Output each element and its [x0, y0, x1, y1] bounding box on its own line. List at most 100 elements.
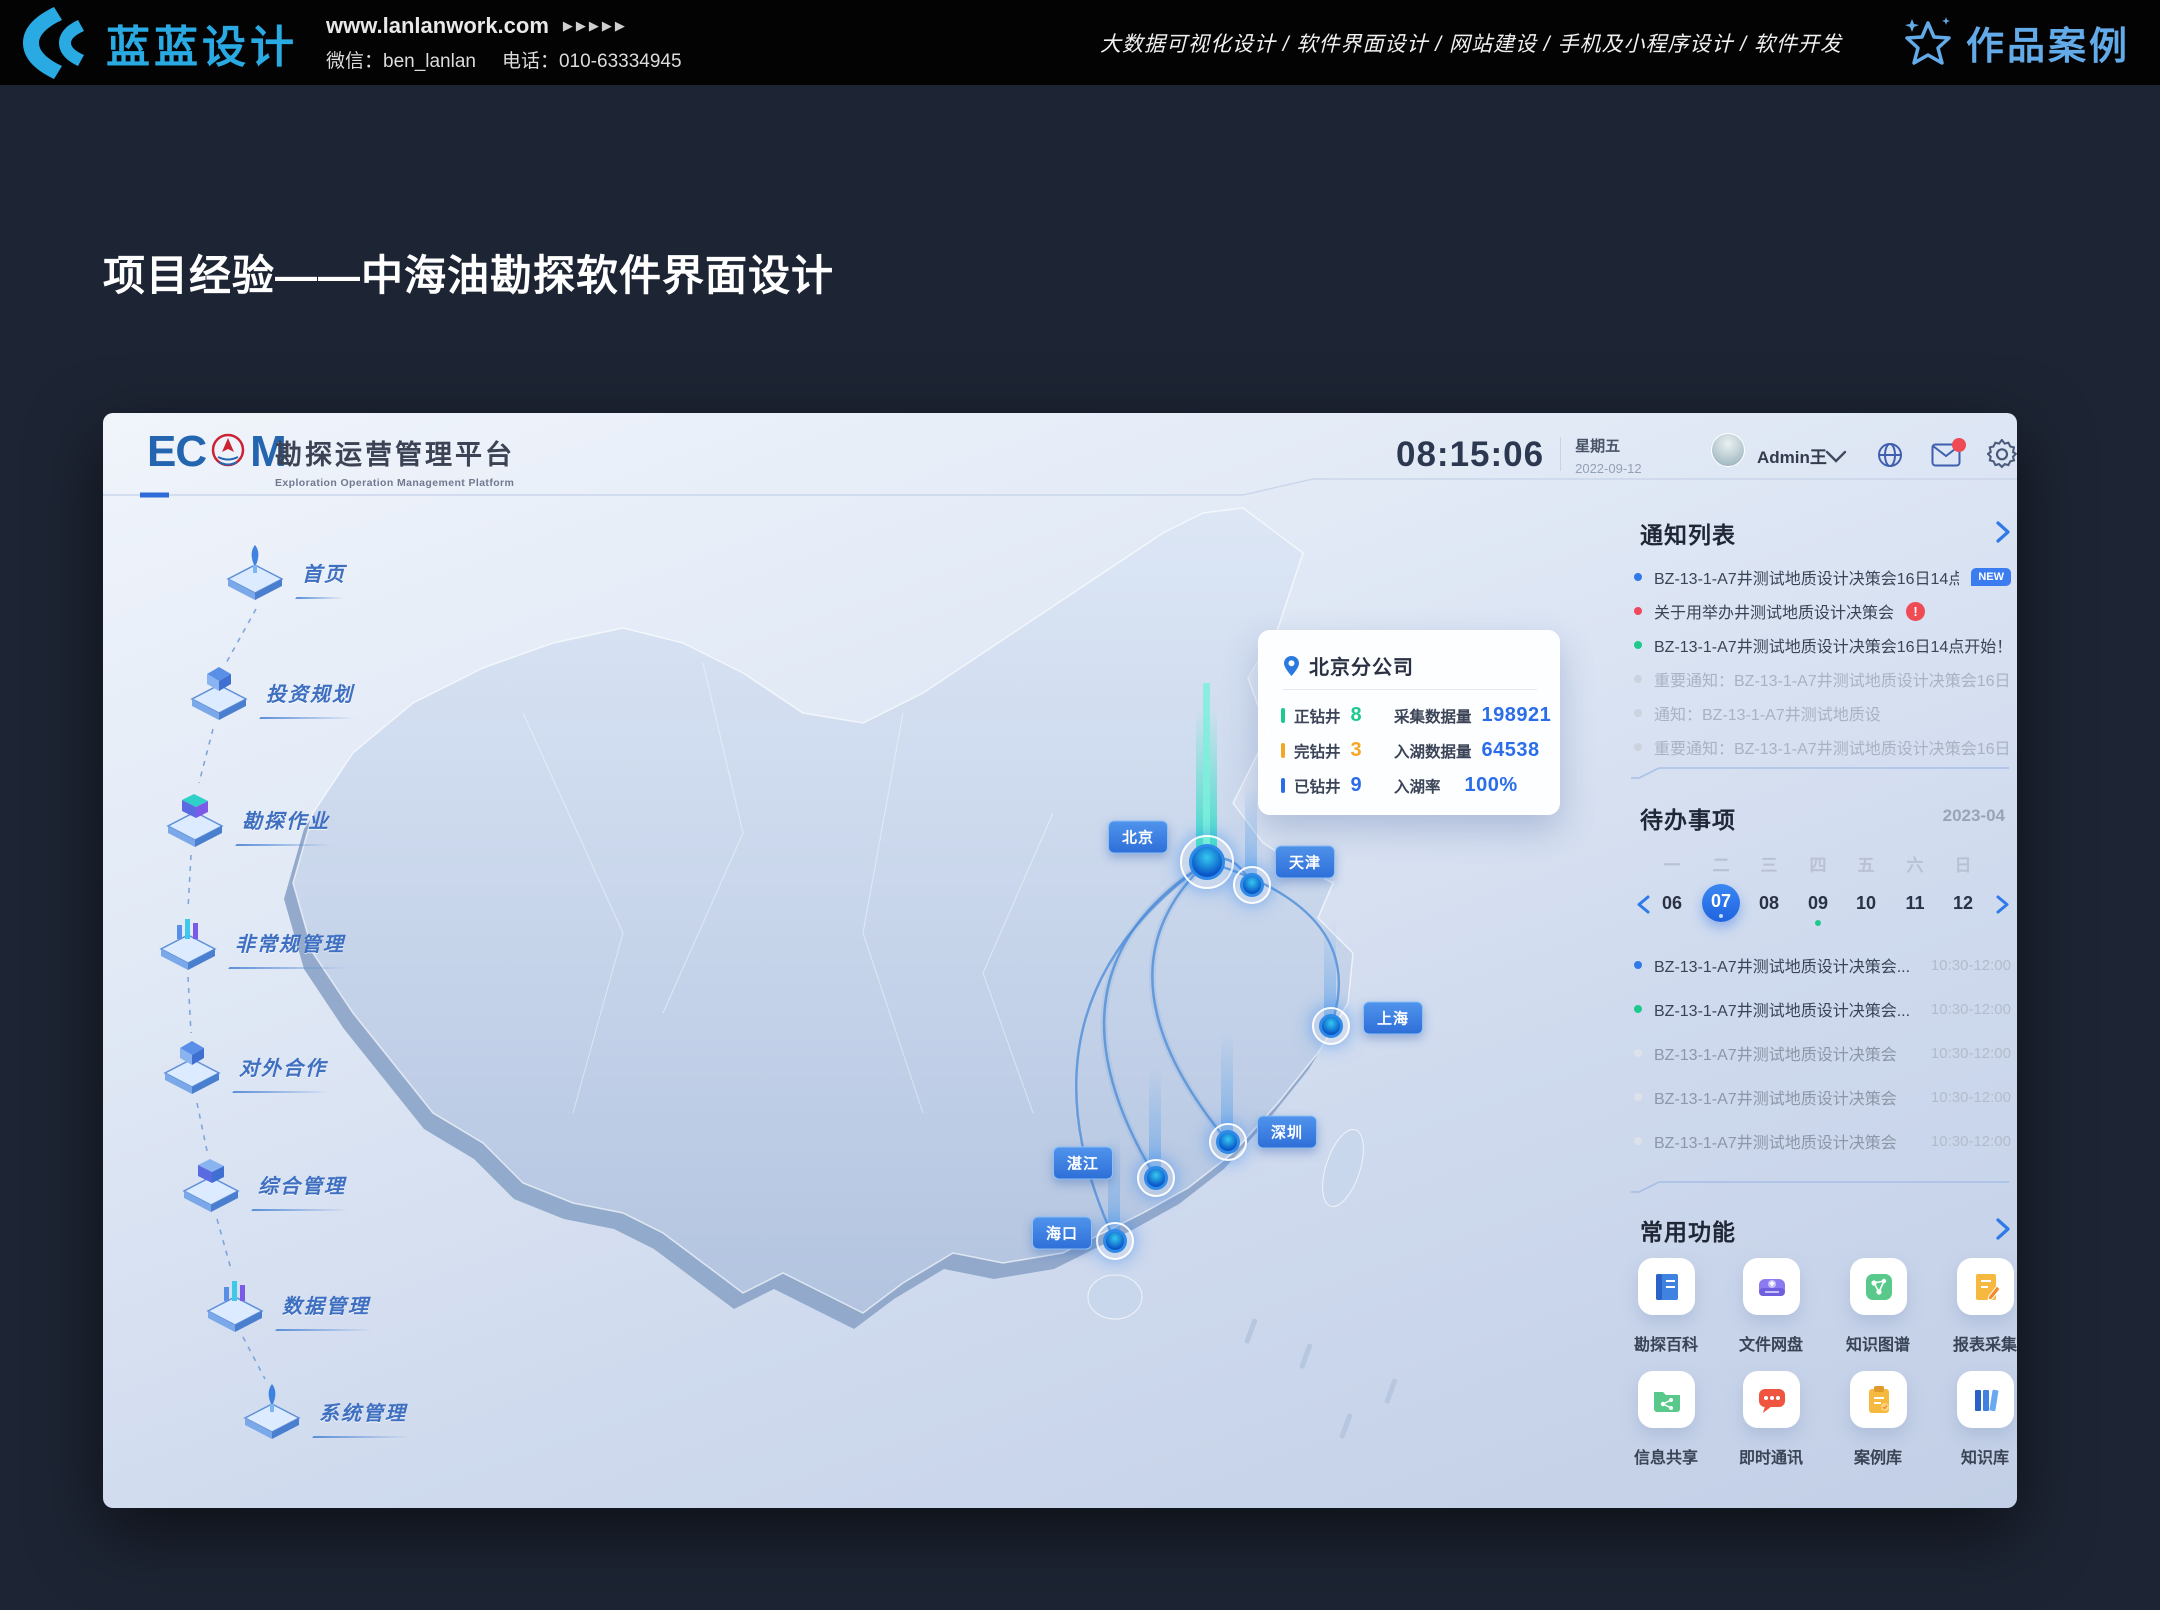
stat-label: 入湖率 — [1394, 775, 1441, 797]
sidebar-item-data[interactable]: 数据管理 — [202, 1273, 370, 1335]
city-label-beijing[interactable]: 北京 — [1108, 821, 1168, 854]
calendar-date[interactable]: 11 — [1896, 893, 1934, 914]
branch-title: 北京分公司 — [1309, 651, 1414, 680]
function-tile-info-sharing[interactable] — [1638, 1371, 1695, 1428]
stat-bar — [1281, 778, 1285, 793]
todo-time: 10:30-12:00 — [1931, 1001, 2011, 1018]
brand[interactable]: 蓝蓝设计 — [18, 3, 298, 83]
portfolio-link[interactable]: 作品案例 — [1902, 15, 2130, 71]
city-label-shenzhen[interactable]: 深圳 — [1257, 1116, 1317, 1149]
drive-icon — [1755, 1270, 1789, 1304]
platform-cube-icon — [186, 661, 252, 723]
todo-item[interactable]: BZ-13-1-A7井测试地质设计决策会 10:30-12:00 — [1634, 1085, 2011, 1109]
notification-dot — [1634, 675, 1642, 683]
todo-dot — [1634, 1049, 1642, 1057]
website-arrows-icon: ▶▶▶▶▶ — [563, 18, 628, 34]
calendar-date[interactable]: 09 — [1799, 893, 1837, 914]
right-panel: 通知列表 BZ-13-1-A7井测试地质设计决策会16日14点开始 NEW 关于… — [1603, 413, 2017, 1508]
book-icon — [1650, 1270, 1684, 1304]
function-label: 文件网盘 — [1739, 1331, 1803, 1355]
city-label-haikou[interactable]: 海口 — [1032, 1217, 1092, 1250]
todo-item[interactable]: BZ-13-1-A7井测试地质设计决策会 10:30-12:00 — [1634, 1129, 2011, 1153]
calendar-date[interactable]: 06 — [1653, 893, 1691, 914]
todo-item[interactable]: BZ-13-1-A7井测试地质设计决策会 10:30-12:00 — [1634, 1041, 2011, 1065]
function-tile-knowledge-graph[interactable] — [1850, 1258, 1907, 1315]
weekday-label: 日 — [1955, 851, 1972, 876]
stat-value: 100% — [1465, 774, 1518, 797]
todo-time: 10:30-12:00 — [1931, 1045, 2011, 1062]
sidebar-item-investment[interactable]: 投资规划 — [186, 661, 354, 723]
function-label: 知识图谱 — [1846, 1331, 1910, 1355]
city-label-tianjin[interactable]: 天津 — [1275, 846, 1335, 879]
sidebar-item-system[interactable]: 系统管理 — [239, 1380, 407, 1442]
sidebar-item-label: 首页 — [302, 558, 346, 587]
platform-bars-icon — [202, 1273, 268, 1335]
notification-dot — [1634, 743, 1642, 751]
function-tile-knowledge-base[interactable] — [1957, 1371, 2014, 1428]
platform-cube-icon — [159, 1035, 225, 1097]
weekday-label: 三 — [1761, 851, 1778, 876]
notification-text: BZ-13-1-A7井测试地质设计决策会16日14点开始 — [1654, 565, 1959, 589]
notification-dot — [1634, 641, 1642, 649]
map-marker-haikou[interactable] — [1096, 1222, 1134, 1260]
function-tile-encyclopedia[interactable] — [1638, 1258, 1695, 1315]
books-icon — [1969, 1383, 2003, 1417]
graph-icon — [1862, 1270, 1896, 1304]
notification-text: 关于用举办井测试地质设计决策会 — [1654, 599, 1894, 623]
calendar-date[interactable]: 12 — [1944, 893, 1982, 914]
map-marker-beijing[interactable] — [1180, 835, 1234, 889]
notification-item[interactable]: 重要通知：BZ-13-1-A7井测试地质设计决策会16日14... — [1634, 735, 2011, 759]
function-tile-report-collection[interactable] — [1957, 1258, 2014, 1315]
todo-time: 10:30-12:00 — [1931, 1133, 2011, 1150]
sidebar-item-exploration[interactable]: 勘探作业 — [162, 788, 330, 850]
notification-item[interactable]: BZ-13-1-A7井测试地质设计决策会16日14点开始 NEW — [1634, 565, 2011, 589]
chevron-right-icon[interactable] — [1995, 1218, 2011, 1240]
todo-text: BZ-13-1-A7井测试地质设计决策会 — [1654, 1129, 1919, 1153]
todo-item[interactable]: BZ-13-1-A7井测试地质设计决策会... 10:30-12:00 — [1634, 997, 2011, 1021]
calendar-prev-icon[interactable] — [1636, 895, 1650, 914]
notification-item[interactable]: 重要通知：BZ-13-1-A7井测试地质设计决策会16日14... — [1634, 667, 2011, 691]
stat-label: 采集数据量 — [1394, 705, 1472, 727]
calendar-next-icon[interactable] — [1996, 895, 2010, 914]
card-divider — [1283, 689, 1537, 690]
header-divider — [103, 413, 2017, 503]
notification-item[interactable]: 关于用举办井测试地质设计决策会 ! — [1634, 599, 2011, 623]
services-nav[interactable]: 大数据可视化设计 / 软件界面设计 / 网站建设 / 手机及小程序设计 / 软件… — [1100, 28, 1842, 58]
sidebar-item-home[interactable]: 首页 — [222, 541, 346, 603]
notification-text: 通知：BZ-13-1-A7井测试地质设 — [1654, 701, 1881, 725]
city-label-zhanjiang[interactable]: 湛江 — [1053, 1147, 1113, 1180]
todo-item[interactable]: BZ-13-1-A7井测试地质设计决策会... 10:30-12:00 — [1634, 953, 2011, 977]
calendar-date-selected[interactable]: 07 — [1702, 884, 1740, 922]
map-marker-shenzhen[interactable] — [1209, 1123, 1247, 1161]
city-label-shanghai[interactable]: 上海 — [1363, 1002, 1423, 1035]
todo-text: BZ-13-1-A7井测试地质设计决策会... — [1654, 997, 1919, 1021]
weekday-label: 四 — [1810, 851, 1827, 876]
notification-item[interactable]: 通知：BZ-13-1-A7井测试地质设 — [1634, 701, 2011, 725]
todo-dot — [1634, 961, 1642, 969]
section-divider — [1629, 765, 2015, 781]
stat-value: 8 — [1351, 704, 1362, 727]
function-label: 案例库 — [1854, 1444, 1902, 1468]
website-link[interactable]: www.lanlanwork.com — [326, 13, 549, 39]
function-tile-instant-messaging[interactable] — [1743, 1371, 1800, 1428]
branch-info-card: 北京分公司 正钻井 8 完钻井 3 已钻井 9 采集数据量 198921 入湖数… — [1258, 630, 1560, 815]
chevron-right-icon[interactable] — [1995, 521, 2011, 543]
sidebar-item-label: 对外合作 — [239, 1052, 327, 1081]
function-tile-case-library[interactable] — [1850, 1371, 1907, 1428]
phone-label: 电话：010-63334945 — [502, 46, 682, 73]
function-tile-netdisk[interactable] — [1743, 1258, 1800, 1315]
calendar-date[interactable]: 10 — [1847, 893, 1885, 914]
sidebar-item-general[interactable]: 综合管理 — [178, 1153, 346, 1215]
map-marker-shanghai[interactable] — [1312, 1007, 1350, 1045]
todo-text: BZ-13-1-A7井测试地质设计决策会 — [1654, 1085, 1919, 1109]
sidebar-item-unconventional[interactable]: 非常规管理 — [155, 911, 345, 973]
map-marker-zhanjiang[interactable] — [1137, 1159, 1175, 1197]
sidebar-item-cooperation[interactable]: 对外合作 — [159, 1035, 327, 1097]
map-marker-tianjin[interactable] — [1233, 866, 1271, 904]
calendar-date[interactable]: 08 — [1750, 893, 1788, 914]
notification-item[interactable]: BZ-13-1-A7井测试地质设计决策会16日14点开始！ — [1634, 633, 2011, 657]
notification-dot — [1634, 607, 1642, 615]
stat-value: 64538 — [1482, 739, 1540, 762]
calendar-month: 2023-04 — [1943, 806, 2005, 826]
todo-time: 10:30-12:00 — [1931, 1089, 2011, 1106]
